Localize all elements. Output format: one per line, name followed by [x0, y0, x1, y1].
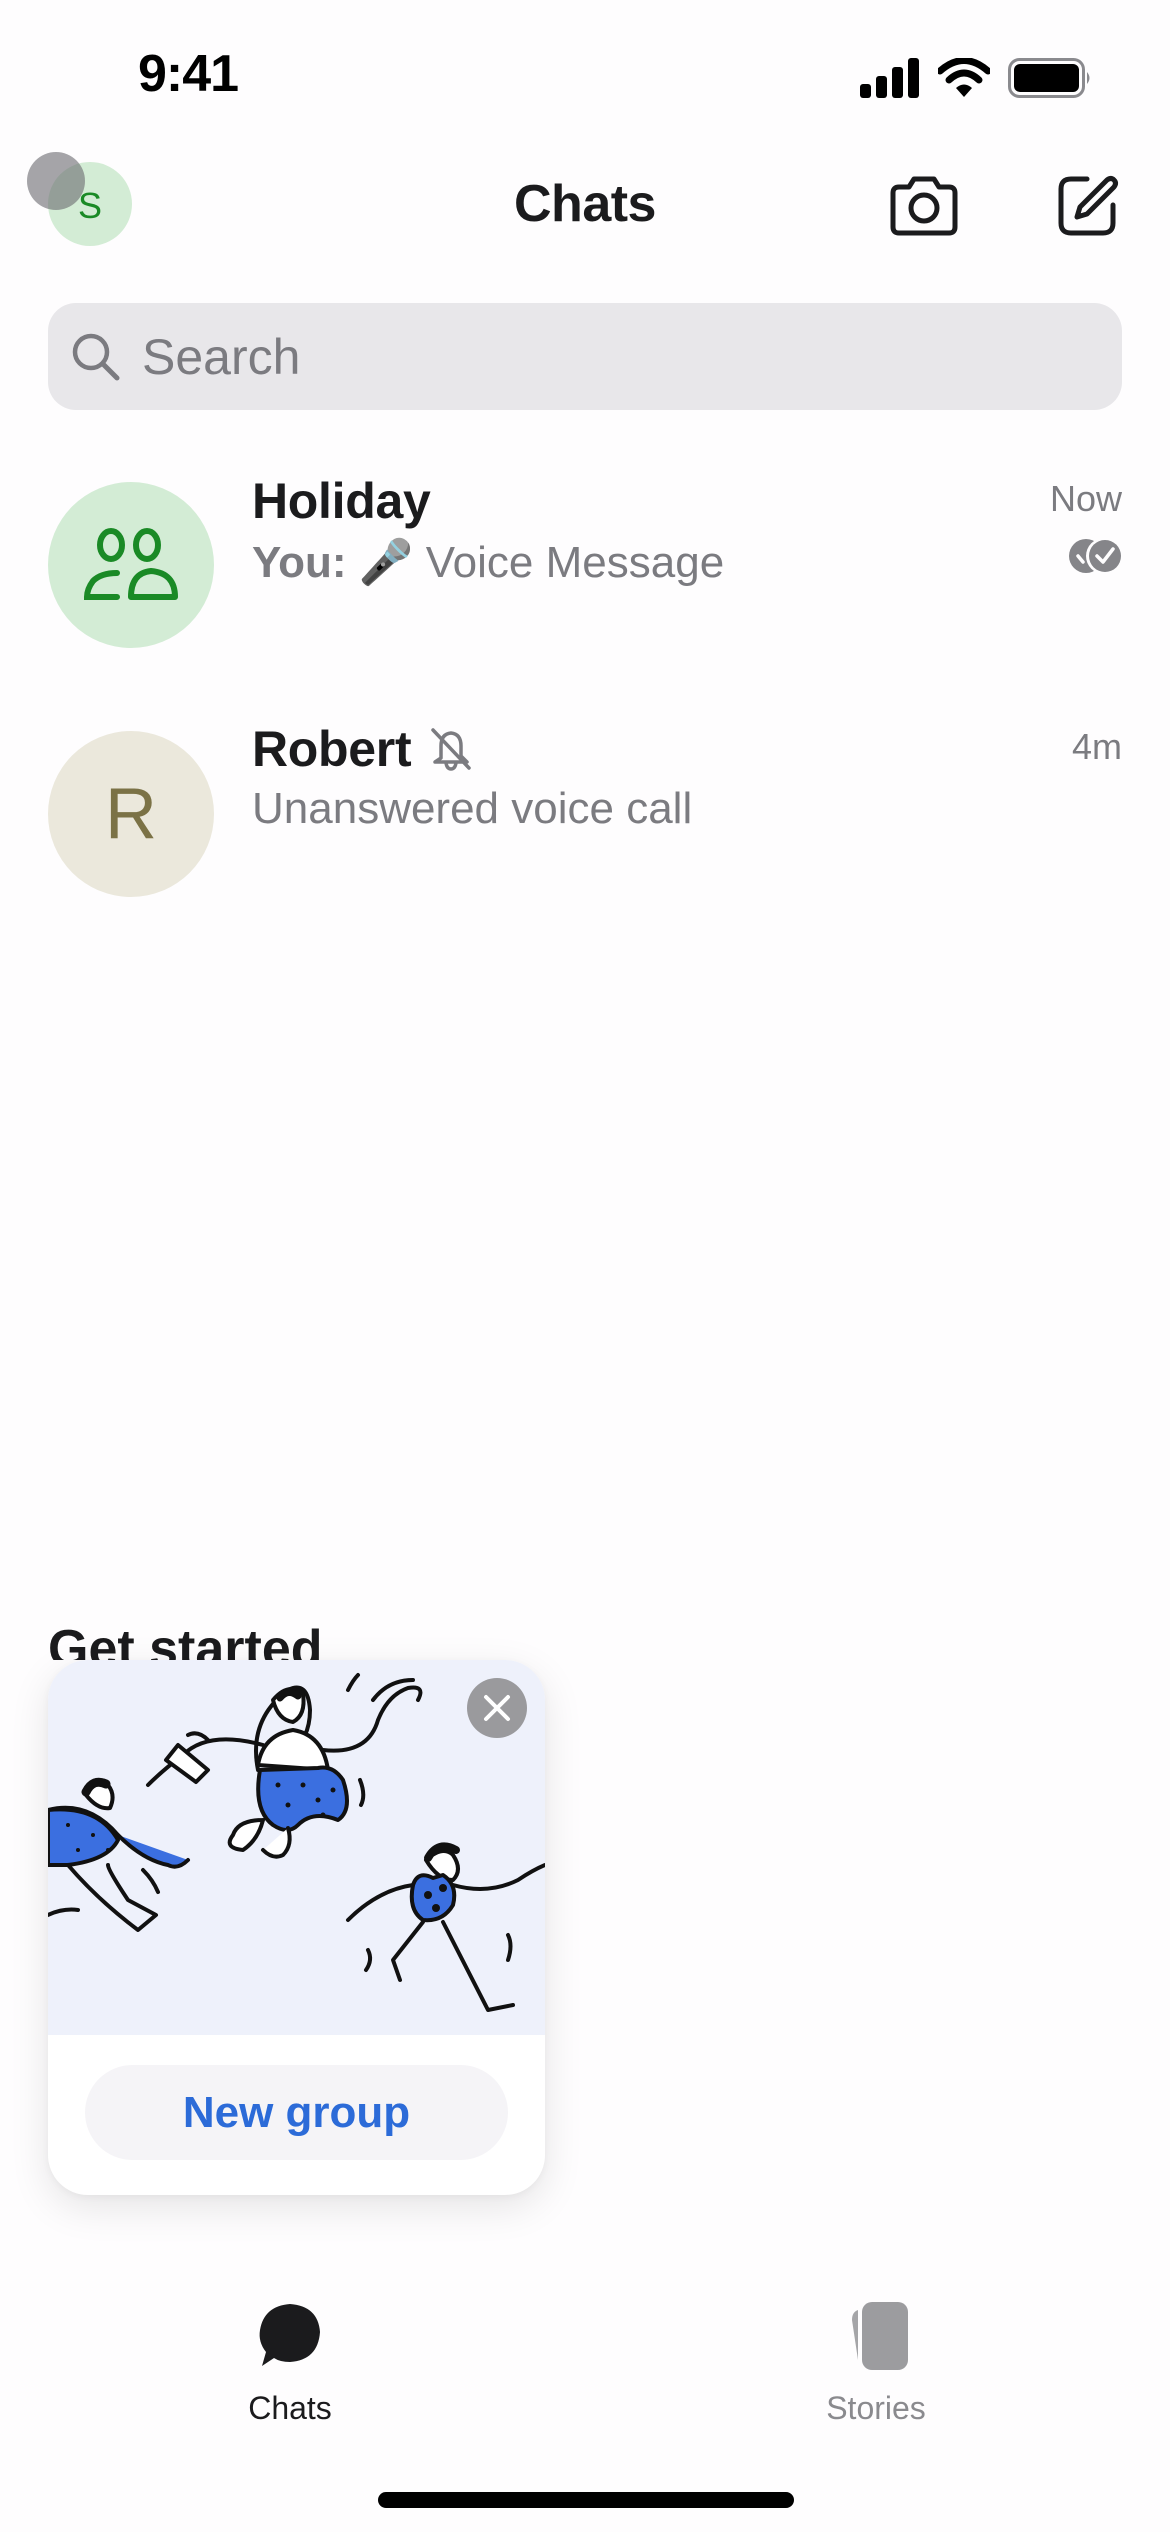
page-title: Chats — [514, 175, 656, 233]
search-input[interactable] — [142, 327, 1042, 386]
group-icon — [83, 528, 178, 600]
stories-icon — [852, 2302, 908, 2370]
chat-bubble-icon — [259, 2304, 320, 2366]
cellular-signal-icon — [860, 58, 919, 98]
avatar-initial: R — [105, 774, 157, 854]
battery-icon — [1008, 58, 1090, 98]
compose-button[interactable] — [1050, 168, 1126, 244]
camera-button[interactable] — [886, 168, 962, 244]
status-time: 9:41 — [138, 45, 239, 103]
tab-stories[interactable]: Stories — [776, 2300, 976, 2427]
people-jumping-illustration — [48, 1660, 545, 2035]
wifi-icon — [938, 58, 990, 97]
section-title-get-started: Get started — [48, 1620, 323, 1660]
microphone-emoji: 🎤 — [358, 538, 414, 587]
chat-time: 4m — [1071, 726, 1122, 767]
group-avatar — [48, 482, 214, 648]
chat-name: Holiday — [252, 472, 431, 530]
chat-row-holiday[interactable]: Holiday You: 🎤 Voice Message Now — [0, 452, 1170, 700]
tab-label: Chats — [248, 2390, 332, 2426]
close-icon — [484, 1695, 510, 1721]
search-icon — [72, 333, 120, 380]
preview-text: Voice Message — [425, 538, 725, 587]
home-indicator[interactable] — [378, 2492, 794, 2508]
new-group-button[interactable]: New group — [85, 2065, 508, 2160]
camera-icon — [890, 176, 958, 236]
delivered-icon — [1069, 538, 1122, 574]
status-icons — [860, 56, 1092, 100]
chat-preview: You: 🎤 Voice Message — [252, 536, 724, 588]
search-bar[interactable] — [48, 303, 1122, 410]
compose-icon — [1058, 176, 1118, 236]
tab-label: Stories — [826, 2390, 926, 2426]
tab-chats[interactable]: Chats — [190, 2300, 390, 2427]
chat-name-text: Robert — [252, 721, 412, 777]
chat-row-robert[interactable]: R Robert Unanswered voice call 4m — [0, 700, 1170, 948]
preview-sender: You: — [252, 538, 347, 587]
bell-slash-icon — [431, 728, 472, 771]
close-card-button[interactable] — [467, 1678, 527, 1738]
chat-name: Robert — [252, 720, 473, 778]
contact-avatar: R — [48, 731, 214, 897]
chat-name-text: Holiday — [252, 473, 431, 529]
chat-time: Now — [1049, 478, 1122, 519]
get-started-card-new-group: New group — [48, 1660, 545, 2195]
chat-preview: Unanswered voice call — [252, 784, 693, 833]
